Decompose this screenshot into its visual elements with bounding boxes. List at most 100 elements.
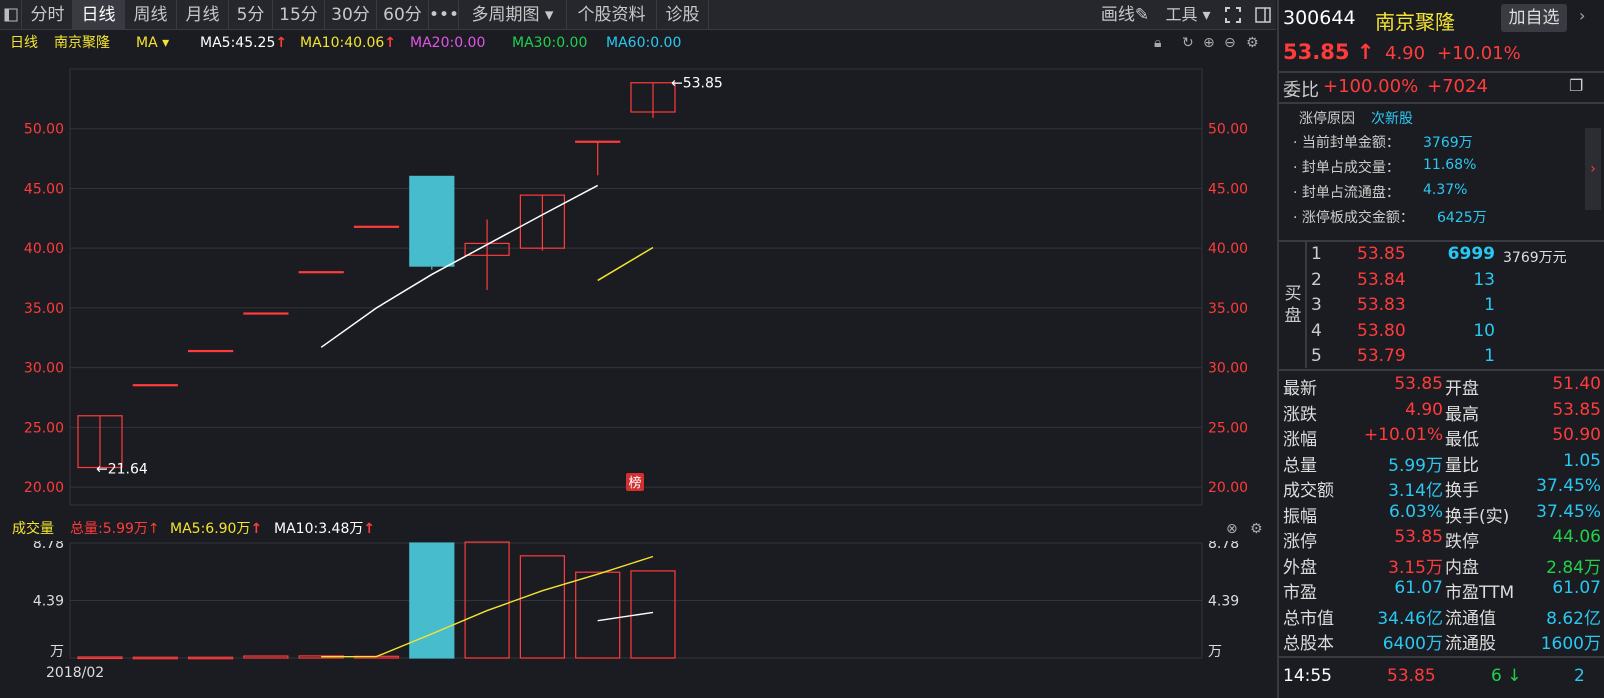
stat-label: 换手 <box>1445 481 1479 501</box>
stat-label: 最高 <box>1445 404 1479 425</box>
expand-arrow-icon[interactable]: › <box>1585 128 1601 210</box>
tab-9[interactable]: 多周期图 ▾ <box>459 0 567 30</box>
tab-11[interactable]: 诊股 <box>657 0 709 30</box>
stat-value: 1600万 <box>1540 634 1601 654</box>
volume-tick-right: 万 <box>1208 644 1222 660</box>
stat-value: 44.06 <box>1552 527 1601 547</box>
candle-body <box>298 271 344 274</box>
tab-0[interactable]: 分时 <box>23 0 73 30</box>
stat-value: 53.85 <box>1552 399 1601 420</box>
indicator-line: 日线 南京聚隆 MA ▾ MA5:45.25↑ MA10:40.06↑ MA20… <box>0 31 1276 55</box>
bid-price: 53.79 <box>1357 346 1406 366</box>
tab-8[interactable]: ••• <box>429 0 459 30</box>
stat-value: 3.14亿 <box>1388 481 1443 501</box>
stat-value: 8.62亿 <box>1546 608 1601 629</box>
settings-icon[interactable]: ⚙ <box>1246 31 1259 55</box>
tab-1[interactable]: 日线 <box>73 0 125 30</box>
zoom-out-icon[interactable]: ⊖ <box>1224 31 1236 55</box>
volume-tick-right: 4.39 <box>1208 594 1239 610</box>
tab-10[interactable]: 个股资料 <box>567 0 657 30</box>
stat-value: 5.99万 <box>1388 455 1443 476</box>
info-label: · 封单占成交量： <box>1293 160 1400 176</box>
candle-body <box>132 384 178 387</box>
stat-label: 市盈 <box>1283 583 1317 603</box>
candle-body <box>409 175 455 267</box>
period-tab-bar: 分时 日线 周线 月线 5分 15分 30分 60分 ••• 多周期图 ▾ 个股资料 诊股 画线✎ 工… <box>0 0 1276 30</box>
tab-4[interactable]: 5分 <box>229 0 273 30</box>
bid-volume: 6999 <box>1447 244 1495 264</box>
bid-label: 买盘 <box>1284 284 1302 326</box>
weicha-value: +7024 <box>1427 76 1488 97</box>
pencil-icon: ✎ <box>1134 5 1150 25</box>
bid-amount: 3769万元 <box>1503 250 1567 266</box>
stat-value: 6400万 <box>1382 634 1443 654</box>
fullscreen-icon[interactable] <box>1220 0 1246 30</box>
tab-5[interactable]: 15分 <box>273 0 325 30</box>
bid-price: 53.80 <box>1357 320 1406 341</box>
stat-label: 成交额 <box>1283 481 1334 501</box>
tab-3[interactable]: 月线 <box>177 0 229 30</box>
info-value: 3769万 <box>1423 135 1473 151</box>
weibi-value: +100.00% <box>1323 76 1419 97</box>
tick-volume: 6 ↓ <box>1491 666 1522 686</box>
price-change: 4.90 <box>1385 43 1426 64</box>
price-tick-left: 45.00 <box>24 181 64 197</box>
bid-level: 2 <box>1311 269 1322 290</box>
info-label: · 涨停板成交金额： <box>1293 210 1414 226</box>
price-tick-left: 40.00 <box>24 241 64 257</box>
layout-icon[interactable] <box>1250 0 1276 30</box>
min-price-label: ←21.64 <box>96 461 148 477</box>
stat-value: 34.46亿 <box>1377 608 1443 629</box>
bid-level: 3 <box>1311 295 1322 315</box>
draw-line-button[interactable]: 画线✎ <box>1094 0 1156 30</box>
stat-value: 1.05 <box>1563 450 1601 471</box>
chevron-right-icon[interactable]: › <box>1579 6 1601 30</box>
price-tick-left: 30.00 <box>24 361 64 377</box>
divider <box>1279 656 1604 658</box>
lock-icon[interactable]: 🔒︎ <box>1154 31 1161 55</box>
divider <box>1279 369 1604 371</box>
volume-bar <box>519 555 566 659</box>
price-tick-right: 30.00 <box>1208 361 1248 377</box>
stat-value: 4.90 <box>1405 399 1443 420</box>
stat-value: 53.85 <box>1394 374 1443 394</box>
stat-value: 37.45% <box>1536 501 1601 522</box>
stat-label: 总市值 <box>1283 608 1334 629</box>
kline-chart[interactable]: 50.00 50.00 45.00 45.00 40.00 40.00 35.00 35.00… <box>0 55 1276 698</box>
stat-label: 振幅 <box>1283 506 1317 527</box>
stock-name-label: 南京聚隆 <box>54 35 110 51</box>
stat-value: 3.15万 <box>1388 557 1443 578</box>
copy-icon[interactable]: ❐ <box>1569 76 1583 95</box>
divider <box>1305 242 1307 368</box>
settings-icon[interactable]: ⚙ <box>1250 517 1263 541</box>
price-tick-left: 50.00 <box>24 122 64 138</box>
bid-volume: 10 <box>1473 320 1495 341</box>
close-icon[interactable]: ⊗ <box>1226 517 1238 541</box>
ma10-line <box>597 246 654 282</box>
bid-volume: 1 <box>1484 295 1495 315</box>
volume-total: 总量:5.99万↑ <box>70 521 160 537</box>
stat-value: 51.40 <box>1552 374 1601 394</box>
ma5-line <box>320 184 599 348</box>
tab-7[interactable]: 60分 <box>377 0 429 30</box>
add-watchlist-button[interactable]: 加自选 <box>1501 4 1567 32</box>
stock-code: 300644 <box>1283 7 1356 29</box>
panel-toggle-icon[interactable] <box>0 0 22 30</box>
price-tick-right: 50.00 <box>1208 122 1248 138</box>
price-tick-right: 40.00 <box>1208 241 1248 257</box>
stat-value: 50.90 <box>1552 425 1601 445</box>
tab-6[interactable]: 30分 <box>325 0 377 30</box>
stat-value: 53.85 <box>1394 527 1443 547</box>
tab-2[interactable]: 周线 <box>125 0 177 30</box>
volume-tick-left: 4.39 <box>33 594 64 610</box>
ma-selector[interactable]: MA ▾ <box>136 31 169 55</box>
refresh-icon[interactable]: ↻ <box>1182 31 1194 55</box>
tools-button[interactable]: 工具 ▾ <box>1160 0 1216 30</box>
price-change-pct: +10.01% <box>1437 43 1521 64</box>
limit-reason-label: 涨停原因 <box>1299 111 1355 127</box>
volume-ma10-line <box>597 611 654 622</box>
zoom-in-icon[interactable]: ⊕ <box>1203 31 1215 55</box>
limit-reason-value: 次新股 <box>1371 111 1413 127</box>
stat-label: 内盘 <box>1445 557 1479 578</box>
price-tick-right: 20.00 <box>1208 480 1248 496</box>
